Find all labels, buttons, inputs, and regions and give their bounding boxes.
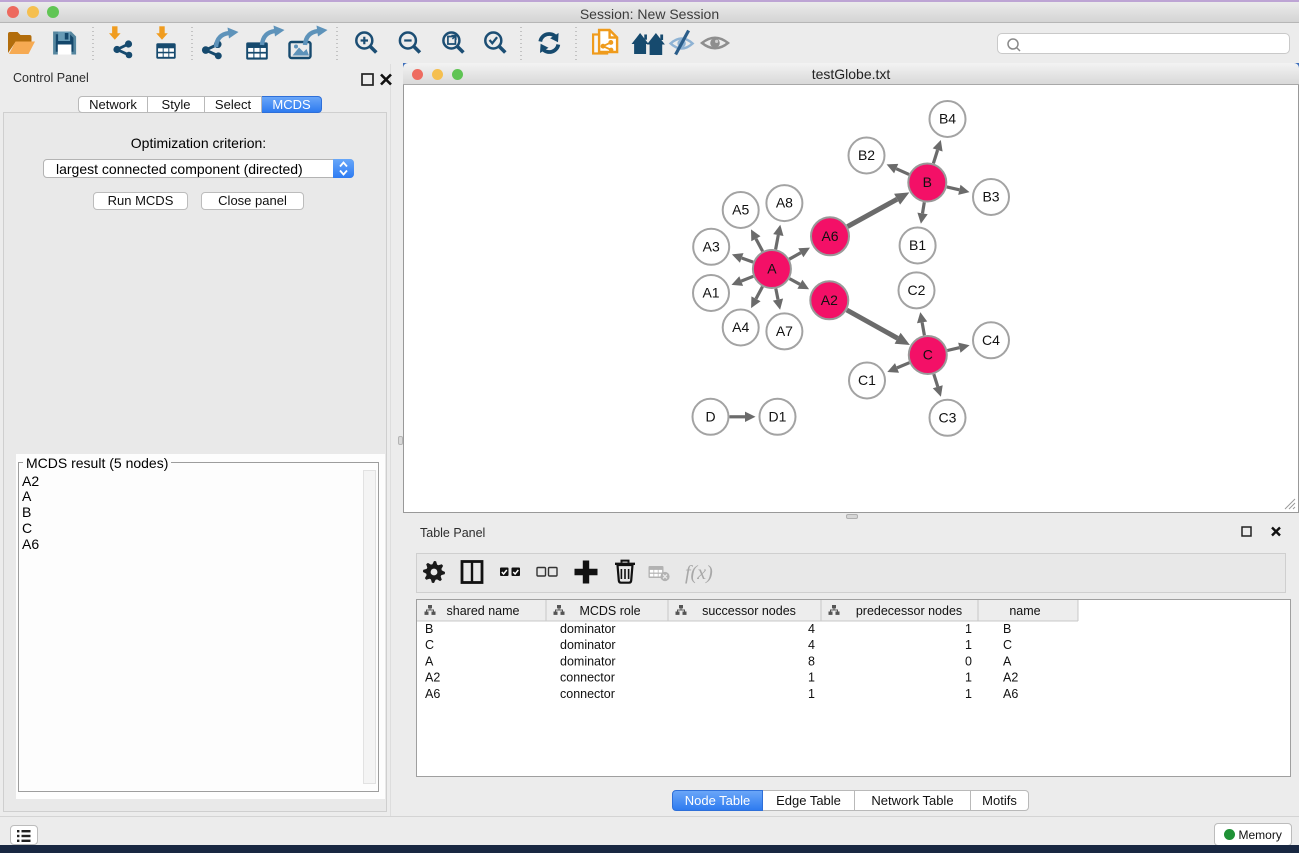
- svg-text:C: C: [923, 347, 933, 363]
- svg-text:A1: A1: [702, 285, 719, 301]
- svg-text:A6: A6: [425, 687, 440, 701]
- svg-text:0: 0: [965, 654, 972, 668]
- svg-text:1: 1: [965, 638, 972, 652]
- svg-text:A2: A2: [1003, 671, 1018, 685]
- svg-text:4: 4: [808, 638, 815, 652]
- svg-text:D1: D1: [769, 408, 787, 424]
- svg-text:B3: B3: [982, 189, 999, 205]
- svg-text:A5: A5: [732, 202, 749, 218]
- svg-text:1: 1: [965, 671, 972, 685]
- svg-text:8: 8: [808, 654, 815, 668]
- svg-text:name: name: [1009, 604, 1040, 618]
- svg-text:A3: A3: [703, 238, 720, 254]
- svg-text:A: A: [767, 261, 777, 277]
- svg-text:MCDS role: MCDS role: [579, 604, 640, 618]
- svg-text:dominator: dominator: [560, 622, 616, 636]
- svg-text:C4: C4: [982, 332, 1000, 348]
- svg-text:B1: B1: [909, 237, 926, 253]
- svg-text:D: D: [705, 408, 715, 424]
- svg-text:A6: A6: [821, 228, 838, 244]
- svg-text:predecessor nodes: predecessor nodes: [856, 604, 962, 618]
- svg-text:B2: B2: [858, 147, 875, 163]
- svg-text:B4: B4: [939, 111, 956, 127]
- svg-text:C: C: [1003, 638, 1012, 652]
- svg-text:successor nodes: successor nodes: [702, 604, 796, 618]
- svg-text:A: A: [1003, 654, 1012, 668]
- svg-text:1: 1: [808, 687, 815, 701]
- svg-text:A6: A6: [1003, 687, 1018, 701]
- svg-text:dominator: dominator: [560, 638, 616, 652]
- svg-text:connector: connector: [560, 671, 615, 685]
- svg-text:C3: C3: [939, 409, 957, 425]
- svg-text:A2: A2: [821, 292, 838, 308]
- svg-text:4: 4: [808, 622, 815, 636]
- svg-text:B: B: [923, 174, 932, 190]
- svg-text:1: 1: [965, 687, 972, 701]
- svg-text:A4: A4: [732, 319, 749, 335]
- svg-text:shared name: shared name: [447, 604, 520, 618]
- svg-text:C2: C2: [908, 282, 926, 298]
- svg-text:A: A: [425, 654, 434, 668]
- svg-text:C: C: [425, 638, 434, 652]
- svg-text:A8: A8: [776, 195, 793, 211]
- svg-text:A2: A2: [425, 671, 440, 685]
- svg-text:1: 1: [808, 671, 815, 685]
- svg-text:C1: C1: [858, 372, 876, 388]
- svg-text:B: B: [1003, 622, 1011, 636]
- svg-text:connector: connector: [560, 687, 615, 701]
- svg-text:1: 1: [965, 622, 972, 636]
- svg-text:A7: A7: [776, 323, 793, 339]
- svg-text:B: B: [425, 622, 433, 636]
- svg-text:dominator: dominator: [560, 654, 616, 668]
